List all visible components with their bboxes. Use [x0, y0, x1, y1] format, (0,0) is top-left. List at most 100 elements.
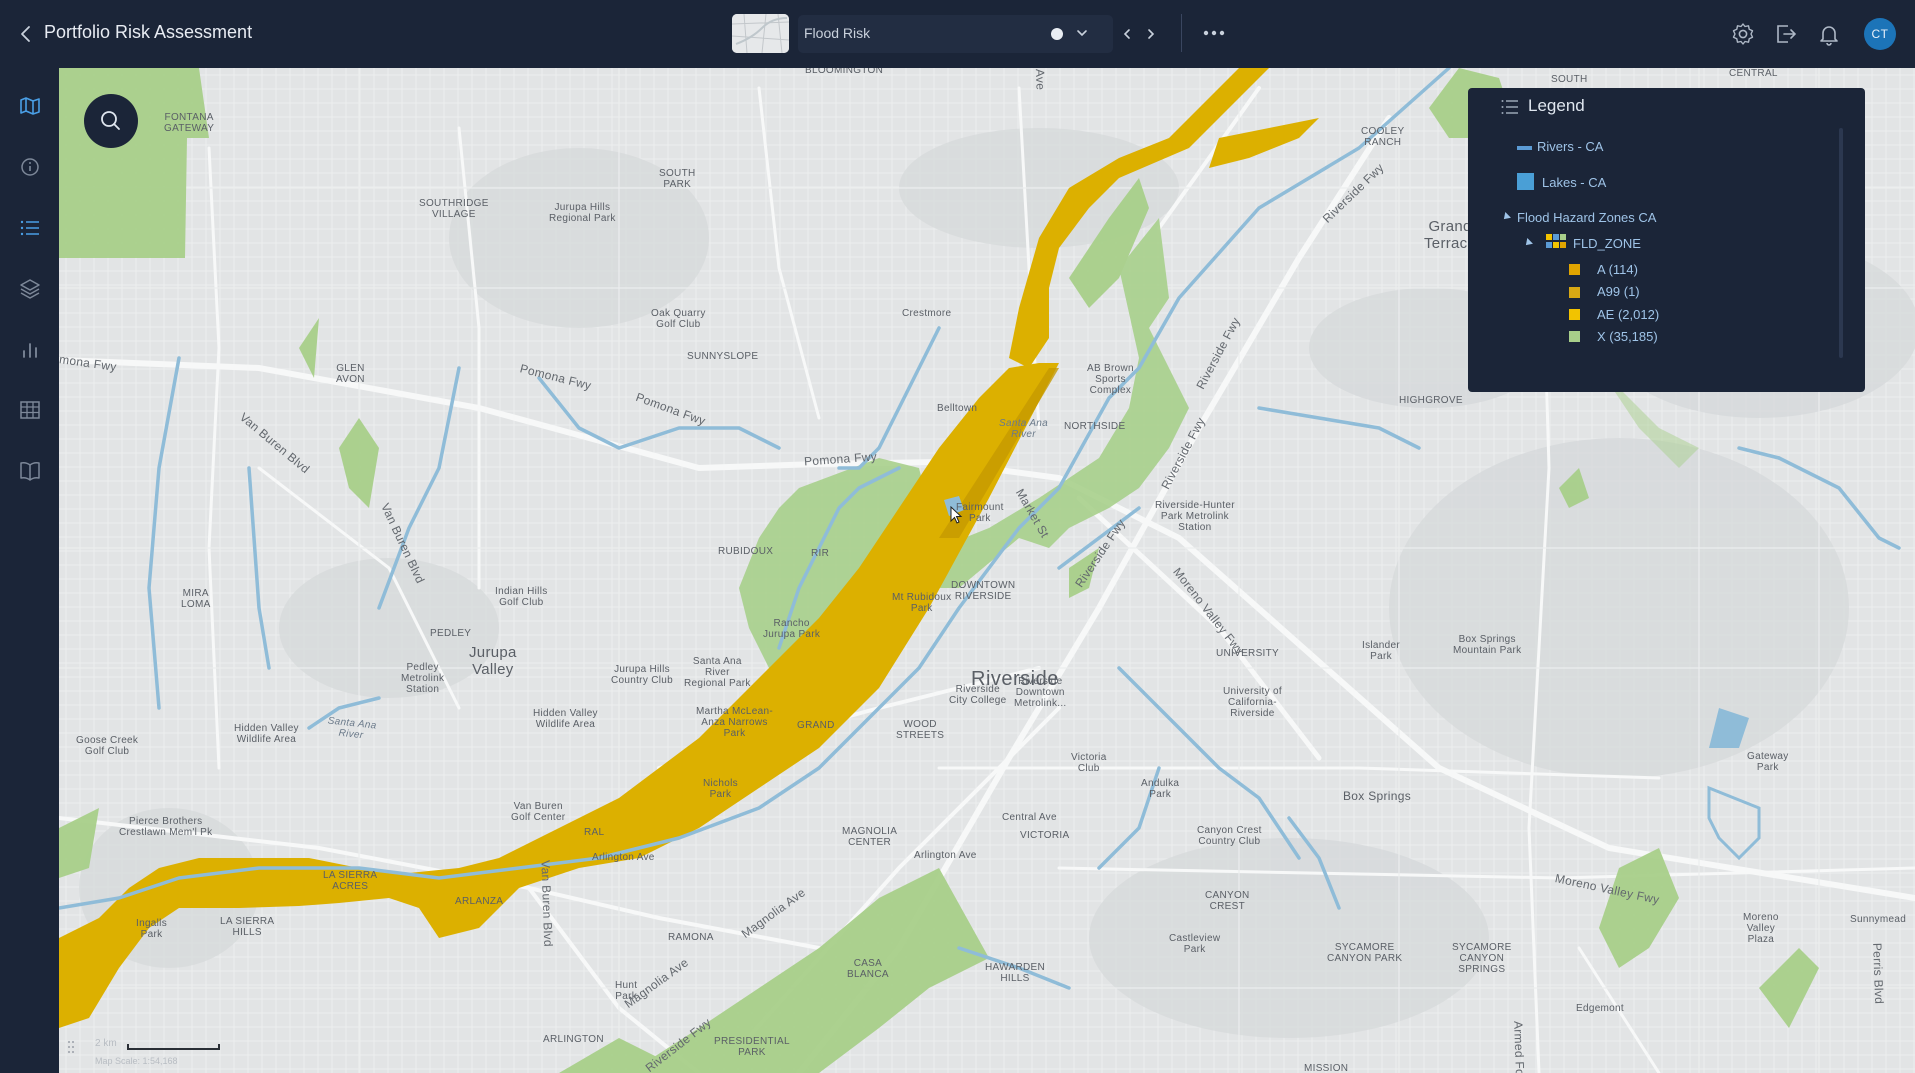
legend-scrollbar[interactable]	[1839, 128, 1843, 358]
settings-gear-icon[interactable]	[1730, 21, 1756, 47]
place-label: Edgemont	[1576, 1003, 1624, 1014]
place-label: RAMONA	[668, 932, 714, 943]
drag-handle-icon[interactable]	[67, 1040, 75, 1054]
place-label: AB Brown Sports Complex	[1087, 363, 1134, 396]
place-label: MISSION	[1304, 1063, 1349, 1073]
place-label: MAGNOLIA CENTER	[842, 826, 898, 848]
map-pager	[1118, 24, 1160, 44]
toolbar-divider	[1181, 14, 1182, 52]
place-label: PRESIDENTIAL PARK	[714, 1036, 790, 1058]
place-label: Crestmore	[902, 308, 952, 319]
place-label: CANYON CREST	[1205, 890, 1250, 912]
user-avatar[interactable]: CT	[1864, 18, 1896, 50]
notifications-bell-icon[interactable]	[1816, 21, 1842, 47]
collapse-triangle-icon[interactable]	[1523, 238, 1533, 248]
place-label: ARLANZA	[455, 896, 504, 907]
river-swatch	[1517, 146, 1532, 150]
sign-out-icon[interactable]	[1773, 21, 1799, 47]
place-label: Andulka Park	[1141, 778, 1180, 800]
map-selector[interactable]: Flood Risk	[798, 15, 1113, 53]
mouse-cursor-icon	[950, 506, 963, 524]
river-label: Santa Ana River	[999, 418, 1049, 440]
place-label: Moreno Valley Plaza	[1743, 912, 1779, 945]
place-label: Gateway Park	[1747, 751, 1789, 773]
road-label: Ave	[1032, 68, 1048, 91]
city-label: Jurupa Valley	[469, 644, 517, 678]
table-icon[interactable]	[17, 397, 43, 423]
visibility-toggle-icon[interactable]	[1051, 28, 1063, 40]
map-thumbnail[interactable]	[732, 14, 789, 53]
place-label: Martha McLean- Anza Narrows Park	[696, 706, 774, 739]
legend-panel: Legend Rivers - CA Lakes - CA Flood Haza…	[1468, 88, 1865, 392]
top-bar: Portfolio Risk Assessment Flood Risk CT	[0, 0, 1915, 68]
place-label: Central Ave	[1002, 812, 1057, 823]
search-icon	[101, 111, 120, 130]
previous-map-icon[interactable]	[1118, 24, 1136, 44]
book-icon[interactable]	[17, 458, 43, 484]
place-label: Arlington Ave	[592, 852, 655, 863]
place-label: RAL	[584, 827, 605, 838]
search-button[interactable]	[84, 94, 138, 148]
place-label: VICTORIA	[1020, 830, 1070, 841]
bar-chart-icon[interactable]	[17, 337, 43, 363]
place-label: Santa Ana River Regional Park	[684, 656, 751, 689]
place-label: Indian Hills Golf Club	[495, 586, 548, 608]
place-label: SOUTH	[1551, 74, 1588, 85]
place-label: SYCAMORE CANYON PARK	[1327, 942, 1403, 964]
place-label: DOWNTOWN RIVERSIDE	[951, 580, 1016, 602]
place-label: SUNNYSLOPE	[687, 351, 759, 362]
place-label: Hidden Valley Wildlife Area	[234, 723, 299, 745]
legend-group-flood-zones[interactable]: Flood Hazard Zones CA	[1517, 210, 1656, 225]
scale-distance: 2 km	[95, 1038, 117, 1049]
map-scale-text: Map Scale: 1:54,168	[95, 1056, 178, 1066]
more-options-icon[interactable]	[1201, 24, 1227, 42]
place-label: UNIVERSITY	[1216, 648, 1280, 659]
page-title: Portfolio Risk Assessment	[44, 22, 253, 42]
place-label: Jurupa Hills Regional Park	[549, 202, 616, 224]
chevron-down-icon[interactable]	[1074, 25, 1090, 41]
place-label: Islander Park	[1362, 640, 1400, 662]
place-label: Pierce Brothers Crestlawn Mem'l Pk	[119, 816, 213, 838]
place-label: CENTRAL	[1729, 68, 1778, 79]
place-label: Castleview Park	[1169, 933, 1221, 955]
legend-title: Legend	[1528, 96, 1585, 115]
place-label: GLEN AVON	[336, 363, 365, 385]
place-label: Mt Rubidoux Park	[892, 592, 952, 614]
layers-icon[interactable]	[17, 276, 43, 302]
collapse-triangle-icon[interactable]	[1501, 212, 1511, 222]
legend-class-a: A (114)	[1597, 262, 1638, 277]
place-label: SOUTH PARK	[659, 168, 696, 190]
map-canvas[interactable]: BLOOMINGTON SOUTH CENTRAL FONTANA GATEWA…	[59, 68, 1915, 1073]
place-label: RIR	[811, 548, 830, 559]
place-label: COOLEY RANCH	[1361, 126, 1405, 148]
place-label: HIGHGROVE	[1399, 395, 1463, 406]
road-label: Van Buren Blvd	[538, 859, 556, 948]
place-label: University of California- Riverside	[1223, 686, 1282, 719]
place-label: LA SIERRA ACRES	[323, 870, 378, 892]
back-arrow-icon[interactable]	[14, 22, 38, 46]
next-map-icon[interactable]	[1142, 24, 1160, 44]
place-label: Ingalls Park	[136, 918, 168, 940]
place-label: Rancho Jurupa Park	[763, 618, 821, 640]
lake-swatch	[1517, 173, 1534, 190]
place-label: LA SIERRA HILLS	[220, 916, 275, 938]
place-label: Box Springs Mountain Park	[1453, 634, 1522, 656]
place-label: HAWARDEN HILLS	[985, 962, 1045, 984]
info-icon[interactable]	[17, 154, 43, 180]
place-label: Belltown	[937, 403, 978, 414]
place-label: Pedley Metrolink Station	[401, 662, 445, 695]
legend-list-icon[interactable]	[17, 215, 43, 241]
map-icon[interactable]	[17, 93, 43, 119]
place-label: CASA BLANCA	[847, 958, 889, 980]
place-label: Jurupa Hills Country Club	[611, 664, 673, 686]
zone-ae-swatch	[1569, 309, 1580, 320]
place-label: Oak Quarry Golf Club	[651, 308, 706, 330]
unique-values-icon	[1546, 234, 1566, 248]
place-label: Riverside-Hunter Park Metrolink Station	[1155, 500, 1235, 533]
map-selector-label: Flood Risk	[804, 25, 871, 41]
legend-class-a99: A99 (1)	[1597, 284, 1640, 299]
legend-layer-lakes[interactable]: Lakes - CA	[1542, 175, 1606, 190]
city-label: Riverside	[971, 668, 1059, 690]
legend-layer-rivers[interactable]: Rivers - CA	[1537, 139, 1603, 154]
place-label: Canyon Crest Country Club	[1197, 825, 1262, 847]
